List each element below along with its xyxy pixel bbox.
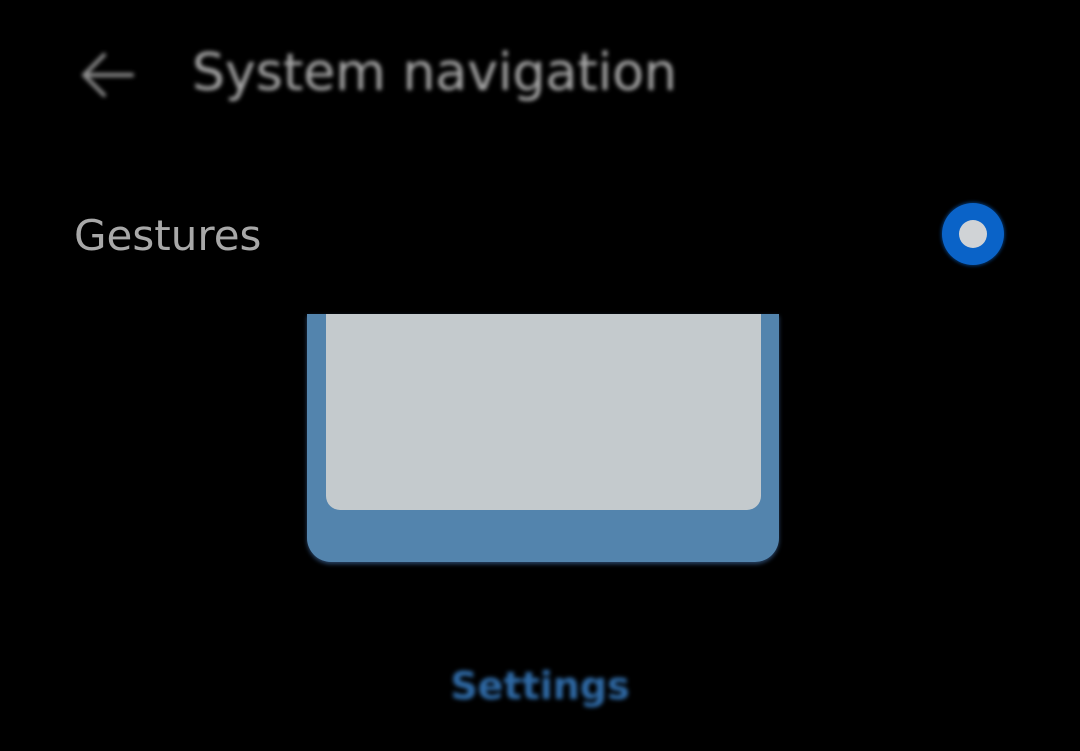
gestures-option[interactable]: Gestures (0, 180, 1080, 290)
gestures-label: Gestures (74, 211, 262, 260)
back-button[interactable] (70, 38, 142, 110)
gesture-illustration (307, 314, 779, 566)
arrow-left-icon (82, 53, 134, 97)
radio-selected-dot (959, 220, 987, 248)
phone-screen-graphic (326, 314, 761, 510)
gestures-radio-button[interactable] (942, 203, 1004, 265)
page-title: System navigation (192, 43, 677, 103)
app-bar: System navigation (0, 0, 1080, 150)
settings-link[interactable]: Settings (0, 660, 1080, 712)
